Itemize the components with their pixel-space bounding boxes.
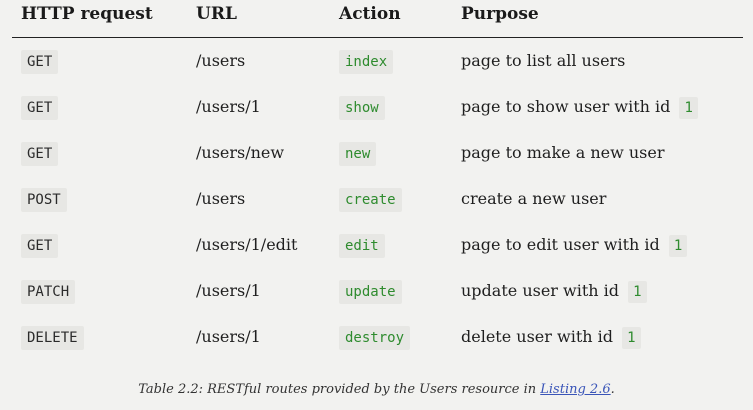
table-caption: Table 2.2: RESTful routes provided by th… [0, 382, 753, 397]
url-cell: /users/1 [196, 281, 261, 300]
id-code: 1 [622, 327, 641, 349]
header-url: URL [196, 4, 237, 24]
action-code: create [339, 188, 402, 212]
http-method-code: DELETE [21, 326, 84, 350]
url-cell: /users [196, 189, 246, 208]
caption-period: . [610, 382, 615, 397]
http-method-code: GET [21, 234, 59, 258]
table-row: PATCH /users/1 update update user with i… [12, 268, 743, 314]
table-header-row: HTTP request URL Action Purpose [12, 0, 743, 38]
purpose-cell: page to show user with id 1 [461, 96, 698, 119]
http-method-code: PATCH [21, 280, 76, 304]
table-row: GET /users/new new page to make a new us… [12, 130, 743, 176]
id-code: 1 [668, 235, 688, 257]
table-row: POST /users create create a new user [12, 176, 743, 222]
table-row: GET /users index page to list all users [12, 38, 743, 84]
http-method-code: POST [21, 188, 67, 212]
purpose-text: page to make a new user [461, 143, 665, 162]
header-purpose: Purpose [461, 4, 539, 24]
action-code: index [339, 50, 394, 74]
url-cell: /users/1 [196, 327, 261, 346]
url-cell: /users [196, 51, 246, 70]
purpose-cell: page to make a new user [461, 142, 665, 164]
url-cell: /users/new [196, 143, 285, 162]
action-code: new [339, 142, 377, 166]
http-method-code: GET [21, 96, 59, 120]
purpose-text: delete user with id [461, 327, 613, 346]
purpose-cell: page to edit user with id 1 [461, 234, 688, 257]
url-cell: /users/1/edit [196, 235, 298, 254]
id-code: 1 [628, 281, 647, 303]
http-method-code: GET [21, 50, 59, 74]
caption-text: Table 2.2: RESTful routes provided by th… [138, 382, 541, 397]
action-code: update [339, 280, 402, 304]
listing-link[interactable]: Listing 2.6 [540, 382, 610, 397]
purpose-cell: update user with id 1 [461, 280, 647, 303]
purpose-text: update user with id [461, 281, 620, 300]
url-cell: /users/1 [196, 97, 261, 116]
purpose-text: page to list all users [461, 51, 626, 70]
purpose-cell: page to list all users [461, 50, 625, 72]
table-row: DELETE /users/1 destroy delete user with… [12, 314, 743, 360]
table-row: GET /users/1 show page to show user with… [12, 84, 743, 130]
header-http-request: HTTP request [21, 4, 153, 24]
id-code: 1 [679, 97, 698, 119]
purpose-text: create a new user [461, 189, 607, 208]
routes-table: HTTP request URL Action Purpose GET /use… [12, 0, 743, 360]
purpose-text: page to edit user with id [461, 235, 660, 254]
action-code: show [339, 96, 385, 120]
http-method-code: GET [21, 142, 59, 166]
purpose-cell: delete user with id 1 [461, 326, 641, 349]
header-action: Action [339, 4, 401, 24]
action-code: destroy [339, 326, 411, 350]
table-row: GET /users/1/edit edit page to edit user… [12, 222, 743, 268]
action-code: edit [339, 234, 385, 258]
purpose-cell: create a new user [461, 188, 606, 210]
purpose-text: page to show user with id [461, 97, 671, 116]
